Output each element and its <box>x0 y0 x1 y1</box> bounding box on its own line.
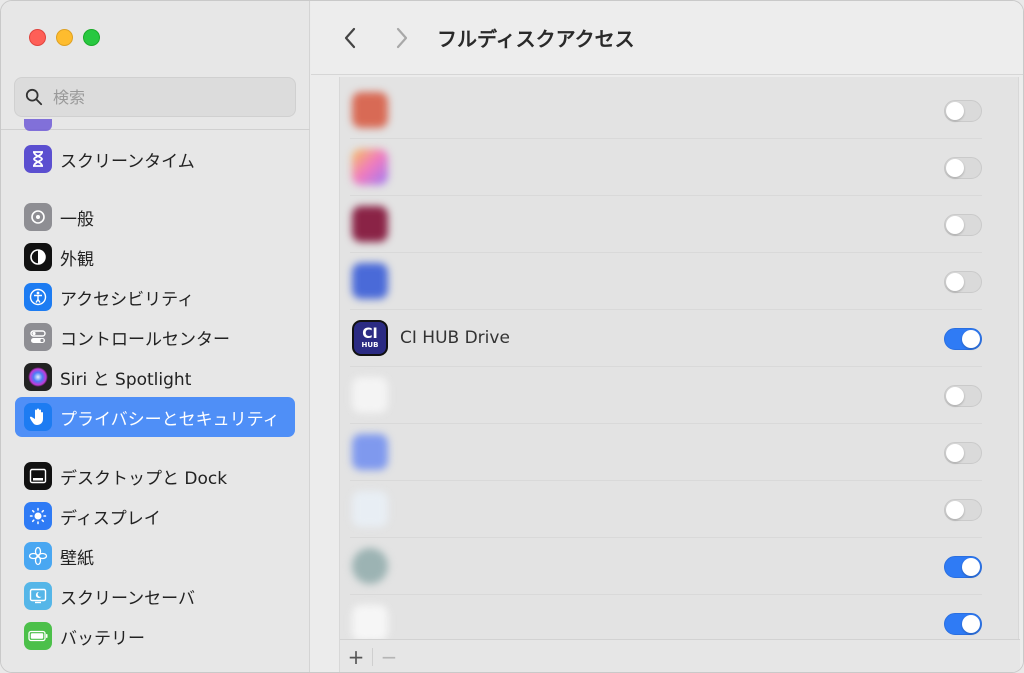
toggle-knob <box>946 444 964 462</box>
sidebar-item-control-center[interactable]: コントロールセンター <box>15 317 295 357</box>
toggle-knob <box>946 501 964 519</box>
permission-toggle[interactable] <box>944 556 982 578</box>
gear-icon <box>24 203 52 231</box>
app-name: CI HUB Drive <box>400 328 510 348</box>
hourglass-icon <box>24 145 52 173</box>
toggle-knob <box>962 558 980 576</box>
search-field[interactable] <box>14 77 296 117</box>
sidebar-item-wallpaper[interactable]: 壁紙 <box>15 536 295 576</box>
close-window-button[interactable] <box>29 29 46 46</box>
sidebar-item-siri-spotlight[interactable]: Siri と Spotlight <box>15 357 295 397</box>
display-icon <box>24 502 52 530</box>
list-item <box>350 253 982 310</box>
permission-toggle[interactable] <box>944 100 982 122</box>
chevron-left-icon <box>344 27 356 49</box>
sidebar-item-general[interactable]: 一般 <box>15 197 295 237</box>
window-controls <box>29 29 100 46</box>
sidebar-item-appearance[interactable]: 外観 <box>15 237 295 277</box>
permission-toggle[interactable] <box>944 442 982 464</box>
wallpaper-icon <box>24 542 52 570</box>
appearance-icon <box>24 243 52 271</box>
sidebar-item-label: 外観 <box>60 249 94 270</box>
battery-icon <box>24 622 52 650</box>
app-icon <box>352 92 388 128</box>
list-footer: + − <box>340 639 1020 672</box>
partial-sidebar-icon <box>24 119 52 131</box>
sidebar-item-label: スクリーンセーバ <box>60 588 195 609</box>
toggle-knob <box>962 615 980 633</box>
main-pane: フルディスクアクセス CI HUB CI HUB Drive + − <box>311 1 1023 672</box>
app-permission-list: CI HUB CI HUB Drive + − <box>339 77 1020 672</box>
list-item <box>350 367 982 424</box>
back-button[interactable] <box>335 23 365 53</box>
screensaver-icon <box>24 582 52 610</box>
app-icon <box>352 263 388 299</box>
toggle-knob <box>946 159 964 177</box>
sidebar-item-label: ディスプレイ <box>60 508 161 529</box>
list-item <box>350 196 982 253</box>
sidebar-item-screen-time[interactable]: スクリーンタイム <box>15 139 295 179</box>
toggle-knob <box>962 330 980 348</box>
app-icon <box>352 377 388 413</box>
zoom-window-button[interactable] <box>83 29 100 46</box>
sidebar-item-desktop-dock[interactable]: デスクトップと Dock <box>15 456 295 496</box>
sidebar-item-label: 壁紙 <box>60 548 94 569</box>
permission-toggle[interactable] <box>944 385 982 407</box>
sidebar-item-label: アクセシビリティ <box>60 289 195 310</box>
permission-toggle[interactable] <box>944 214 982 236</box>
list-item <box>350 424 982 481</box>
hand-icon <box>24 403 52 431</box>
sidebar-item-accessibility[interactable]: アクセシビリティ <box>15 277 295 317</box>
sidebar-item-label: 一般 <box>60 209 94 230</box>
minimize-window-button[interactable] <box>56 29 73 46</box>
toolbar: フルディスクアクセス <box>311 1 1023 75</box>
siri-icon <box>24 363 52 391</box>
toggle-knob <box>946 102 964 120</box>
toggle-knob <box>946 387 964 405</box>
search-icon <box>25 88 43 106</box>
app-icon <box>352 605 388 641</box>
accessibility-icon <box>24 283 52 311</box>
app-icon <box>352 206 388 242</box>
app-icon <box>352 491 388 527</box>
ci-hub-icon: CI HUB <box>352 320 388 356</box>
list-item-ci-hub-drive: CI HUB CI HUB Drive <box>350 310 982 367</box>
sidebar-item-display[interactable]: ディスプレイ <box>15 496 295 536</box>
permission-toggle[interactable] <box>944 328 982 350</box>
sidebar-item-battery[interactable]: バッテリー <box>15 616 295 656</box>
permission-toggle[interactable] <box>944 157 982 179</box>
sidebar-item-label: Siri と Spotlight <box>60 369 192 390</box>
sidebar-item-privacy-security[interactable]: プライバシーとセキュリティ <box>15 397 295 437</box>
toggle-knob <box>946 273 964 291</box>
page-title: フルディスクアクセス <box>437 27 635 51</box>
dock-icon <box>24 462 52 490</box>
toggle-knob <box>946 216 964 234</box>
forward-button[interactable] <box>387 23 417 53</box>
remove-app-button[interactable]: − <box>373 645 405 669</box>
settings-window: スクリーンタイム 一般 外観 アクセシビリティ <box>0 0 1024 673</box>
chevron-right-icon <box>396 27 408 49</box>
list-item <box>350 481 982 538</box>
permission-toggle[interactable] <box>944 613 982 635</box>
list-item <box>350 82 982 139</box>
app-icon <box>352 434 388 470</box>
permission-toggle[interactable] <box>944 271 982 293</box>
list-item <box>350 139 982 196</box>
list-item <box>350 538 982 595</box>
sidebar: スクリーンタイム 一般 外観 アクセシビリティ <box>1 1 310 672</box>
search-input[interactable] <box>53 87 273 107</box>
app-icon <box>352 149 388 185</box>
sidebar-item-label: バッテリー <box>60 628 145 649</box>
sidebar-item-label: スクリーンタイム <box>60 151 195 172</box>
sidebar-item-label: コントロールセンター <box>60 329 230 350</box>
control-center-icon <box>24 323 52 351</box>
sidebar-item-screensaver[interactable]: スクリーンセーバ <box>15 576 295 616</box>
permission-toggle[interactable] <box>944 499 982 521</box>
add-app-button[interactable]: + <box>340 645 372 669</box>
app-icon <box>352 548 388 584</box>
sidebar-item-label: デスクトップと Dock <box>60 468 228 489</box>
sidebar-item-label: プライバシーとセキュリティ <box>60 409 280 430</box>
